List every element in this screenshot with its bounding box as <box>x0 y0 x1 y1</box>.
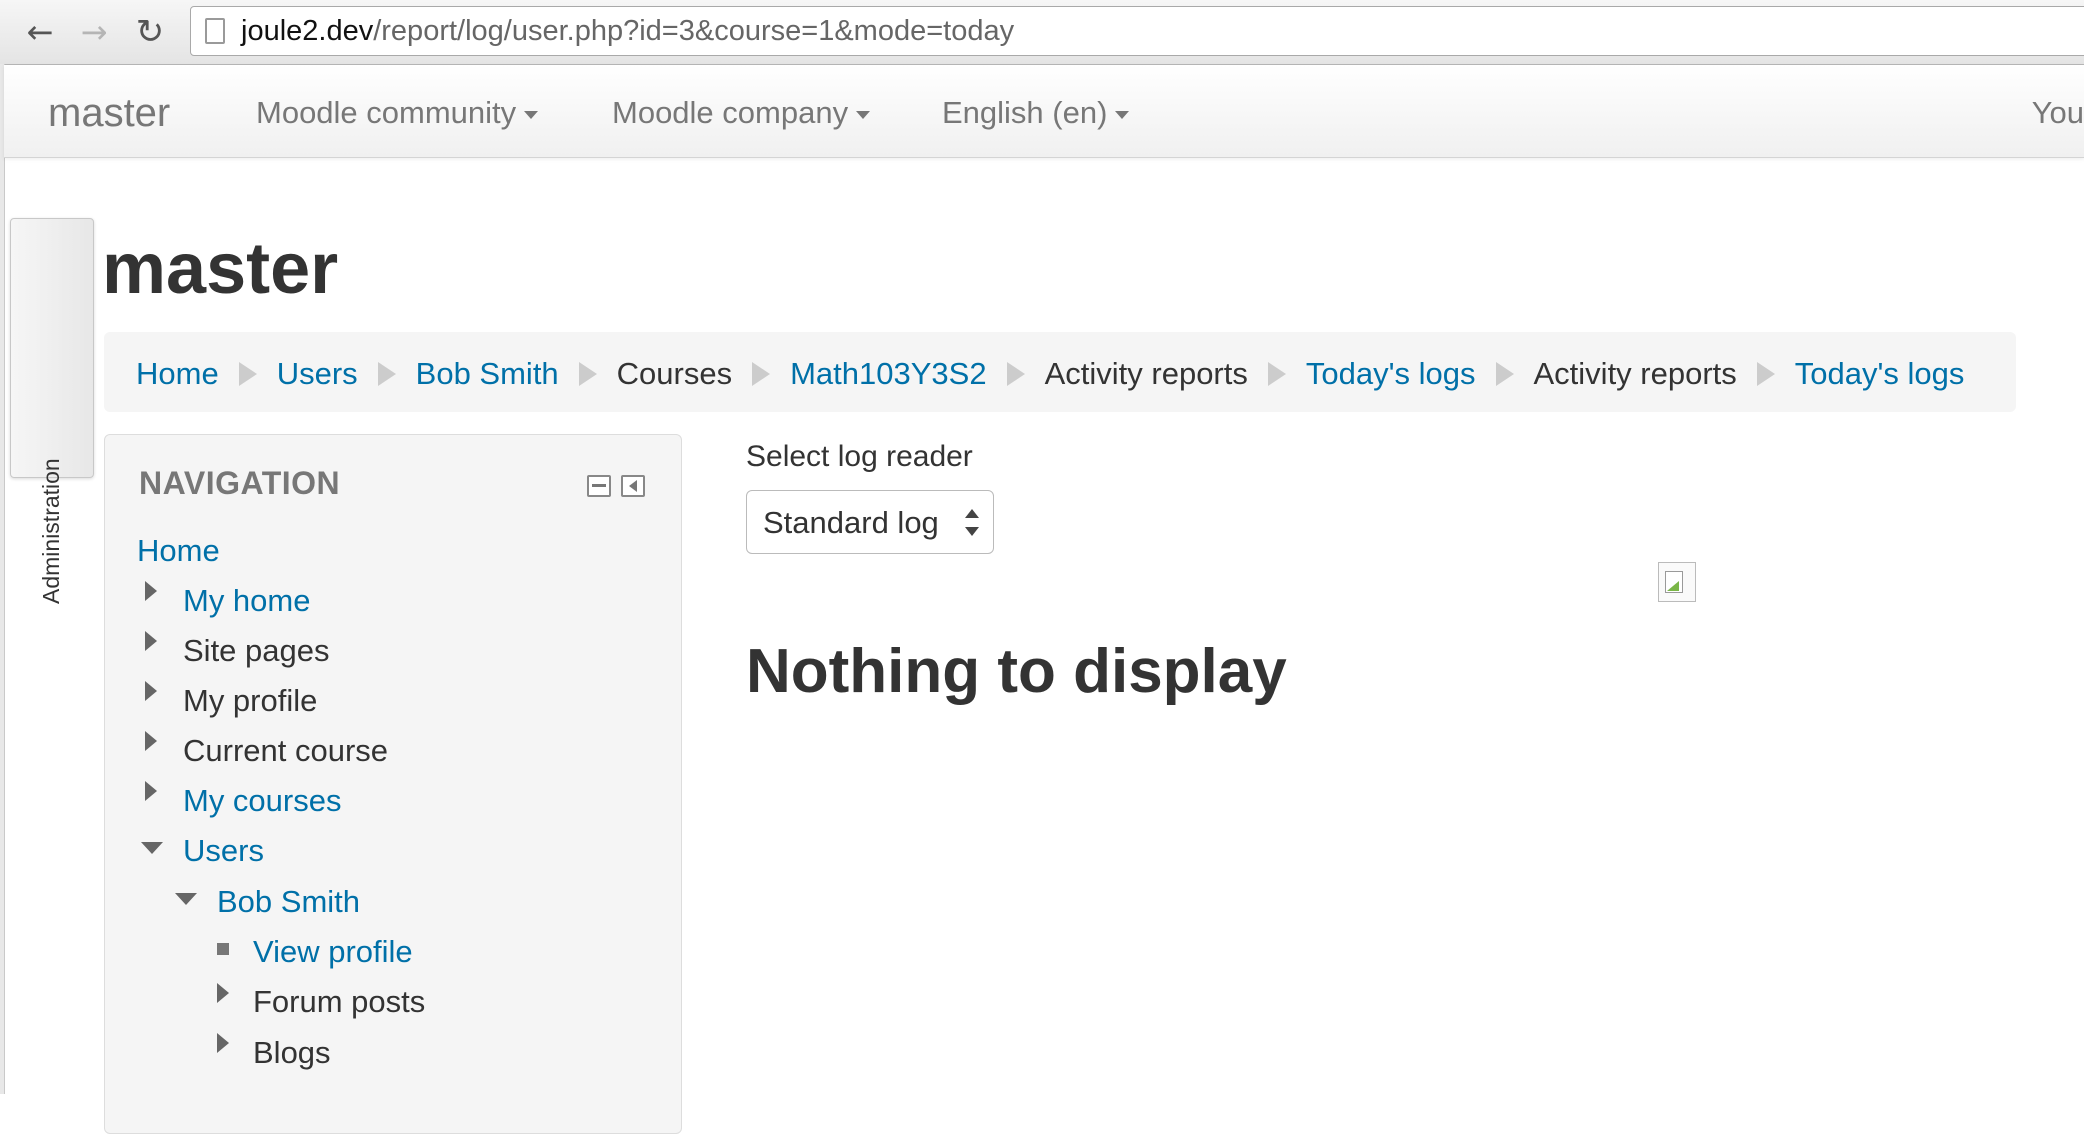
log-reader-value: Standard log <box>763 505 939 540</box>
menu-moodle-company[interactable]: Moodle company <box>612 95 871 131</box>
breadcrumb-separator-icon <box>377 361 396 386</box>
browser-toolbar: ← → ↻ joule2.dev/report/log/user.php?id=… <box>0 0 2084 65</box>
nav-item-home[interactable]: Home <box>137 533 220 569</box>
page-icon <box>205 18 225 44</box>
administration-label: Administration <box>38 458 64 604</box>
breadcrumb-activity-reports-2: Activity reports <box>1533 355 1737 391</box>
breadcrumb-bob-smith[interactable]: Bob Smith <box>416 356 559 392</box>
menu-label: Moodle company <box>612 95 849 130</box>
empty-message: Nothing to display <box>746 637 1287 706</box>
nav-item-bob-smith[interactable]: Bob Smith <box>217 884 360 920</box>
collapse-icon[interactable] <box>175 893 197 905</box>
caret-down-icon <box>1115 110 1130 119</box>
collapse-icon[interactable] <box>141 842 163 854</box>
page-title: master <box>102 229 339 309</box>
expand-icon[interactable] <box>145 731 157 751</box>
nav-item-users[interactable]: Users <box>183 833 264 869</box>
forward-arrow-icon[interactable]: → <box>72 10 116 54</box>
breadcrumb-todays-logs-2[interactable]: Today's logs <box>1795 356 1965 392</box>
expand-icon[interactable] <box>145 631 157 651</box>
expand-icon[interactable] <box>145 681 157 701</box>
url-text[interactable]: joule2.dev/report/log/user.php?id=3&cour… <box>241 15 1014 48</box>
bullet-icon <box>217 943 229 955</box>
administration-dock-tab[interactable]: Administration <box>10 218 94 604</box>
breadcrumb-separator-icon <box>1006 361 1025 386</box>
user-menu[interactable]: You <box>2032 95 2084 131</box>
select-arrows-icon <box>965 509 979 537</box>
back-arrow-icon[interactable]: ← <box>18 10 62 54</box>
nav-item-my-courses[interactable]: My courses <box>183 783 341 819</box>
nav-item-forum-posts[interactable]: Forum posts <box>253 984 425 1020</box>
expand-icon[interactable] <box>145 581 157 601</box>
expand-icon[interactable] <box>217 1033 229 1053</box>
breadcrumb-separator-icon <box>238 361 257 386</box>
minimize-block-icon[interactable] <box>587 475 611 497</box>
log-reader-select[interactable]: Standard log <box>746 490 994 554</box>
block-title: NAVIGATION <box>139 465 341 501</box>
address-bar[interactable]: joule2.dev/report/log/user.php?id=3&cour… <box>190 6 2084 56</box>
breadcrumb-todays-logs[interactable]: Today's logs <box>1306 356 1476 392</box>
breadcrumb-separator-icon <box>752 361 771 386</box>
nav-item-my-home[interactable]: My home <box>183 583 310 619</box>
breadcrumb-activity-reports: Activity reports <box>1044 355 1248 391</box>
dock-block-icon[interactable] <box>621 475 645 497</box>
caret-down-icon <box>524 110 539 119</box>
nav-item-current-course[interactable]: Current course <box>183 733 388 769</box>
menu-label: Moodle community <box>256 95 517 130</box>
nav-item-my-profile[interactable]: My profile <box>183 683 317 719</box>
expand-icon[interactable] <box>145 781 157 801</box>
url-path: /report/log/user.php?id=3&course=1&mode=… <box>373 15 1015 47</box>
caret-down-icon <box>856 110 871 119</box>
menu-language[interactable]: English (en) <box>942 95 1130 131</box>
breadcrumb-separator-icon <box>1495 361 1514 386</box>
menu-label: English (en) <box>942 95 1108 130</box>
site-brand[interactable]: master <box>48 91 170 136</box>
menu-moodle-community[interactable]: Moodle community <box>256 95 539 131</box>
nav-item-blogs[interactable]: Blogs <box>253 1035 331 1071</box>
reload-icon[interactable]: ↻ <box>128 10 172 54</box>
breadcrumb-separator-icon <box>1267 361 1286 386</box>
breadcrumb-home[interactable]: Home <box>136 356 219 392</box>
nav-item-site-pages[interactable]: Site pages <box>183 633 330 669</box>
window-edge <box>0 64 5 1094</box>
nav-item-view-profile[interactable]: View profile <box>253 934 413 970</box>
broken-image-icon <box>1658 562 1696 602</box>
navigation-block: NAVIGATION Home My home Site pages My pr… <box>104 434 682 1134</box>
breadcrumb-separator-icon <box>1756 361 1775 386</box>
breadcrumb: Home Users Bob Smith Courses Math103Y3S2 Acti… <box>104 332 2016 412</box>
breadcrumb-course[interactable]: Math103Y3S2 <box>790 356 986 392</box>
breadcrumb-users[interactable]: Users <box>277 356 358 392</box>
breadcrumb-courses: Courses <box>616 355 733 391</box>
log-reader-label: Select log reader <box>746 440 973 473</box>
url-host: joule2.dev <box>241 15 374 47</box>
site-navbar: master Moodle community Moodle company E… <box>4 65 2084 158</box>
expand-icon[interactable] <box>217 983 229 1003</box>
breadcrumb-separator-icon <box>578 361 597 386</box>
